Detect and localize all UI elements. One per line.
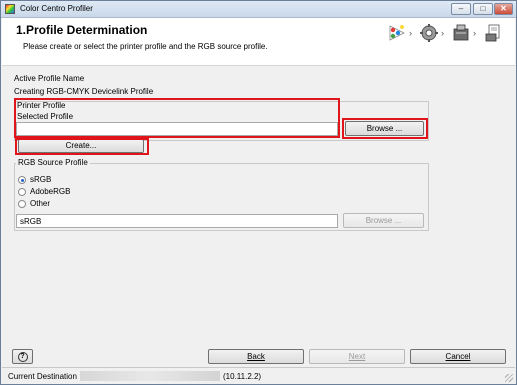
maximize-button[interactable]: □ (473, 3, 493, 15)
cancel-button-label: Cancel (445, 352, 471, 361)
printer-profile-group-label: Printer Profile (17, 101, 66, 110)
chevron-right-icon: › (441, 28, 444, 38)
help-icon: ? (17, 352, 28, 362)
status-bar: Current Destination (10.11.2.2) (2, 367, 515, 384)
radio-other-indicator[interactable] (18, 200, 26, 208)
radio-adobergb-indicator[interactable] (18, 188, 26, 196)
next-button-label: Next (348, 352, 366, 361)
help-button[interactable]: ? (12, 349, 33, 364)
page-title: 1.Profile Determination (16, 23, 148, 37)
printer-icon (453, 24, 469, 41)
selected-profile-label: Selected Profile (17, 112, 74, 121)
radio-srgb-indicator[interactable] (18, 176, 26, 184)
app-icon (5, 4, 15, 14)
page-subtitle: Please create or select the printer prof… (23, 42, 268, 51)
resize-grip-icon[interactable] (505, 374, 513, 382)
back-button[interactable]: Back (208, 349, 304, 364)
wizard-steps: › › › (387, 23, 507, 45)
cancel-button[interactable]: Cancel (410, 349, 506, 364)
create-profile-button[interactable]: Create... (18, 139, 144, 153)
active-profile-label: Active Profile Name (14, 74, 85, 83)
document-output-icon (485, 24, 500, 42)
gear-icon (420, 24, 438, 42)
minimize-button[interactable]: – (451, 3, 471, 15)
title-bar[interactable]: Color Centro Profiler – □ ✕ (1, 1, 516, 18)
wizard-header: 1.Profile Determination Please create or… (2, 18, 515, 66)
selected-profile-field[interactable] (16, 122, 338, 136)
chevron-right-icon: › (473, 28, 476, 38)
active-profile-value: Creating RGB-CMYK Devicelink Profile (14, 87, 154, 96)
chevron-right-icon: › (409, 28, 412, 38)
next-button[interactable]: Next (309, 349, 405, 364)
rgb-color-icon (389, 25, 405, 41)
window-title: Color Centro Profiler (20, 4, 93, 13)
current-destination-label: Current Destination (8, 372, 77, 381)
rgb-source-group-label: RGB Source Profile (16, 158, 90, 167)
radio-srgb-label: sRGB (30, 175, 52, 184)
radio-adobergb-label: AdobeRGB (30, 187, 71, 196)
close-button[interactable]: ✕ (494, 3, 513, 15)
printer-browse-button[interactable]: Browse ... (345, 121, 424, 136)
rgb-source-path-field[interactable]: sRGB (16, 214, 338, 228)
redacted-destination (80, 371, 220, 381)
current-destination-value: (10.11.2.2) (223, 372, 262, 381)
radio-other-label: Other (30, 199, 51, 208)
rgb-browse-button[interactable]: Browse ... (343, 213, 424, 228)
back-button-label: Back (247, 352, 265, 361)
profiler-window: Color Centro Profiler – □ ✕ 1.Profile De… (0, 0, 517, 385)
